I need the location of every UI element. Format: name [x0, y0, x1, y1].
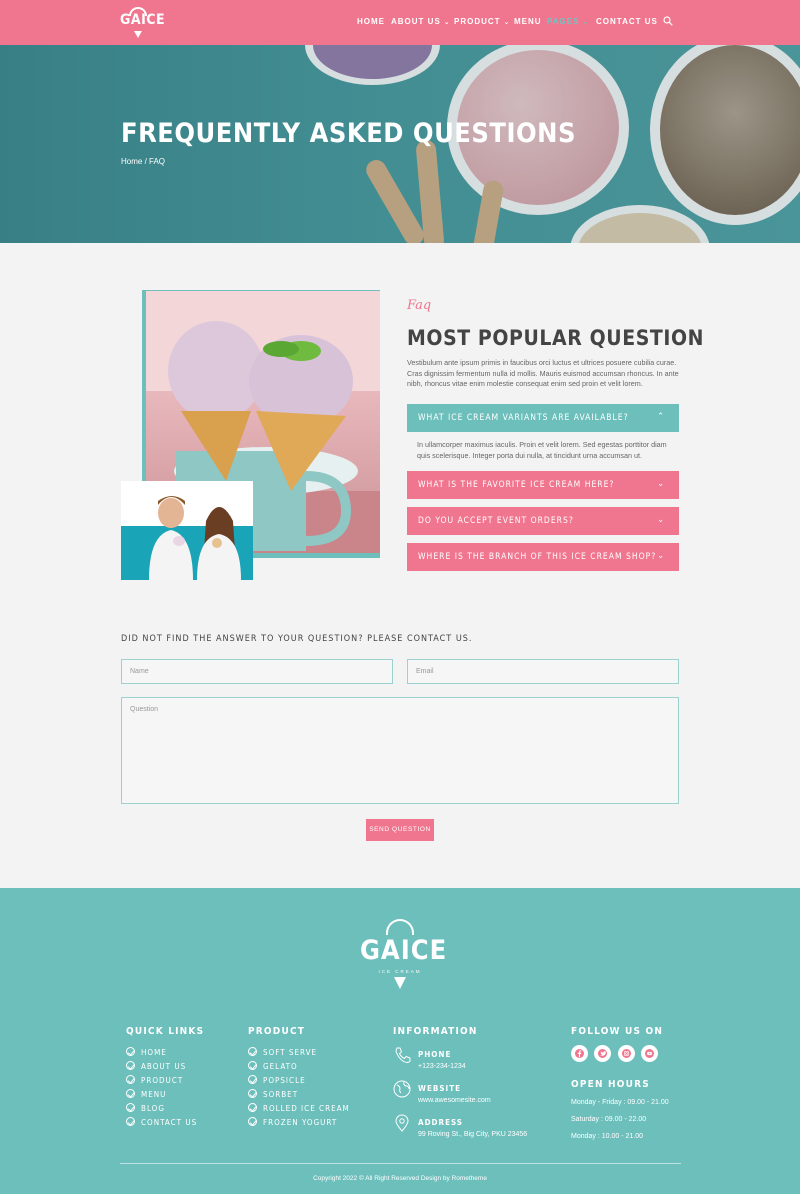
open-hours-title: OPEN HOURS — [571, 1079, 650, 1090]
footer-link-gelato[interactable]: GELATO — [248, 1061, 298, 1071]
follow-us-title: FOLLOW US ON — [571, 1026, 664, 1037]
search-icon[interactable] — [663, 16, 673, 26]
footer-link-popsicle[interactable]: POPSICLE — [248, 1075, 306, 1085]
footer-logo[interactable]: GAICE ICE CREAM — [360, 915, 448, 999]
faq-item-variants[interactable]: WHAT ICE CREAM VARIANTS ARE AVAILABLE? ⌃ — [407, 404, 679, 432]
faq-question: WHAT IS THE FAVORITE ICE CREAM HERE? — [418, 480, 615, 490]
website-link[interactable]: www.awesomesite.com — [418, 1097, 491, 1104]
instagram-icon[interactable] — [618, 1045, 635, 1062]
main-menu: HOME ABOUT US ⌄ PRODUCT ⌄ MENU PAGES ⌄ CONT… — [0, 0, 800, 45]
check-circle-icon — [126, 1103, 135, 1112]
phone-icon — [395, 1047, 411, 1064]
nav-contact-us[interactable]: CONTACT US — [596, 17, 658, 26]
check-circle-icon — [126, 1061, 135, 1070]
chevron-down-icon: ⌄ — [503, 19, 511, 26]
copyright-text: Copyright 2022 © All Right Reserved Desi… — [313, 1175, 487, 1182]
nav-menu[interactable]: MENU — [514, 17, 542, 26]
phone-label: PHONE — [418, 1050, 452, 1059]
section-title: MOST POPULAR QUESTION — [407, 326, 705, 350]
globe-icon — [393, 1080, 411, 1098]
footer-link-frozen-yogurt[interactable]: FROZEN YOGURT — [248, 1117, 337, 1127]
page-hero: FREQUENTLY ASKED QUESTIONS Home / FAQ — [0, 45, 800, 243]
check-circle-icon — [248, 1061, 257, 1070]
chevron-up-icon: ⌃ — [657, 412, 665, 422]
location-pin-icon — [395, 1114, 409, 1132]
faq-question: WHERE IS THE BRANCH OF THIS ICE CREAM SH… — [418, 552, 657, 562]
quick-links-title: QUICK LINKS — [126, 1026, 205, 1037]
faq-question: WHAT ICE CREAM VARIANTS ARE AVAILABLE? — [418, 413, 629, 423]
faq-answer: In ullamcorper maximus iaculis. Proin et… — [417, 440, 667, 460]
check-circle-icon — [248, 1103, 257, 1112]
chevron-down-icon: ⌄ — [582, 19, 590, 26]
section-description: Vestibulum ante ipsum primis in faucibus… — [407, 358, 679, 388]
footer-link-rolled-ice-cream[interactable]: ROLLED ICE CREAM — [248, 1103, 350, 1113]
address-label: ADDRESS — [418, 1118, 463, 1127]
check-circle-icon — [126, 1089, 135, 1098]
footer-divider — [120, 1163, 681, 1164]
nav-home[interactable]: HOME — [357, 17, 385, 26]
footer-link-soft-serve[interactable]: SOFT SERVE — [248, 1047, 317, 1057]
footer-link-product[interactable]: PRODUCT — [126, 1075, 183, 1085]
twitter-icon[interactable] — [594, 1045, 611, 1062]
product-links-title: PRODUCT — [248, 1026, 306, 1037]
name-field[interactable]: Name — [121, 659, 393, 684]
faq-item-favorite[interactable]: WHAT IS THE FAVORITE ICE CREAM HERE? ⌄ — [407, 471, 679, 499]
footer-link-contact-us[interactable]: CONTACT US — [126, 1117, 197, 1127]
facebook-icon[interactable] — [571, 1045, 588, 1062]
chevron-down-icon: ⌄ — [657, 515, 665, 525]
page-title: FREQUENTLY ASKED QUESTIONS — [121, 118, 576, 149]
question-textarea[interactable]: Question — [121, 697, 679, 804]
check-circle-icon — [126, 1047, 135, 1056]
breadcrumb: Home / FAQ — [121, 157, 166, 166]
email-field[interactable]: Email — [407, 659, 679, 684]
chevron-down-icon: ⌄ — [657, 479, 665, 489]
faq-item-branch[interactable]: WHERE IS THE BRANCH OF THIS ICE CREAM SH… — [407, 543, 679, 571]
nav-pages[interactable]: PAGES ⌄ — [547, 17, 589, 26]
chevron-down-icon: ⌄ — [657, 551, 665, 561]
footer-link-home[interactable]: HOME — [126, 1047, 167, 1057]
footer-logo-tagline: ICE CREAM — [378, 969, 422, 974]
contact-form-title: DID NOT FIND THE ANSWER TO YOUR QUESTION… — [121, 634, 473, 644]
couple-eating-ice-cream-image — [121, 481, 253, 580]
section-eyebrow: Faq — [407, 298, 432, 313]
nav-about-us[interactable]: ABOUT US ⌄ — [391, 17, 451, 26]
hours-monday: Monday : 10.00 - 21.00 — [571, 1133, 643, 1140]
check-circle-icon — [248, 1047, 257, 1056]
site-footer: GAICE ICE CREAM QUICK LINKS HOME ABOUT U… — [0, 888, 800, 1194]
information-title: INFORMATION — [393, 1026, 478, 1037]
chevron-down-icon: ⌄ — [443, 19, 451, 26]
youtube-icon[interactable] — [641, 1045, 658, 1062]
hours-weekdays: Monday - Friday : 09.00 - 21.00 — [571, 1099, 669, 1106]
address-value: 99 Roving St., Big City, PKU 23456 — [418, 1131, 528, 1138]
footer-logo-text: GAICE — [360, 935, 448, 966]
footer-link-menu[interactable]: MENU — [126, 1089, 166, 1099]
phone-value[interactable]: +123-234-1234 — [418, 1063, 466, 1070]
footer-link-blog[interactable]: BLOG — [126, 1103, 165, 1113]
hours-saturday: Saturday : 09.00 - 22.00 — [571, 1116, 647, 1123]
website-label: WEBSITE — [418, 1084, 462, 1093]
faq-item-event-orders[interactable]: DO YOU ACCEPT EVENT ORDERS? ⌄ — [407, 507, 679, 535]
footer-link-about-us[interactable]: ABOUT US — [126, 1061, 186, 1071]
check-circle-icon — [126, 1075, 135, 1084]
check-circle-icon — [126, 1117, 135, 1126]
send-question-button[interactable]: SEND QUESTION — [366, 819, 434, 841]
check-circle-icon — [248, 1089, 257, 1098]
footer-link-sorbet[interactable]: SORBET — [248, 1089, 298, 1099]
top-navbar: GAICE HOME ABOUT US ⌄ PRODUCT ⌄ MENU PAGES… — [0, 0, 800, 45]
check-circle-icon — [248, 1075, 257, 1084]
nav-product[interactable]: PRODUCT ⌄ — [454, 17, 510, 26]
faq-question: DO YOU ACCEPT EVENT ORDERS? — [418, 516, 574, 526]
check-circle-icon — [248, 1117, 257, 1126]
